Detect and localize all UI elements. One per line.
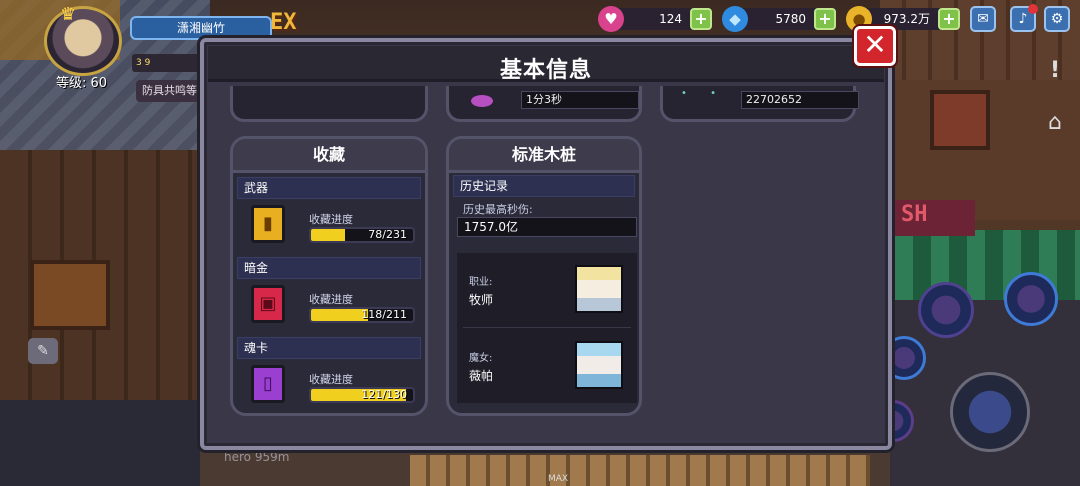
shop-sign: SH: [895, 200, 975, 236]
training-dummy-card: 标准木桩 历史记录 历史最高秒伤: 1757.0亿 职业: 牧师 魔女: 薇帕: [446, 136, 642, 416]
house-right-window: [930, 90, 990, 150]
max-dps-value: 1757.0亿: [457, 217, 637, 237]
sparkle-icon: • •: [681, 88, 726, 99]
weapons-progress-fill: [311, 229, 346, 241]
chat-icon[interactable]: ✎: [28, 338, 58, 364]
add-hearts-button[interactable]: +: [690, 8, 712, 30]
category-soul-cards: 魂卡: [237, 337, 421, 359]
notification-icon[interactable]: ♪: [1010, 4, 1038, 32]
notification-dot: [1028, 4, 1038, 14]
dummy-title: 标准木桩: [449, 139, 639, 173]
dark-gold-progress-text: 118/211: [361, 308, 407, 321]
ground-left: [0, 400, 210, 486]
soul-card-book-icon: ▯: [251, 365, 285, 403]
crown-icon: ♛: [60, 4, 77, 25]
player-name[interactable]: 潇湘幽竹: [130, 16, 272, 40]
collection-title: 收藏: [233, 139, 425, 173]
witch-portrait: [575, 341, 623, 389]
skill-button-2[interactable]: [918, 282, 974, 338]
max-label: MAX: [548, 474, 569, 484]
soul-cards-progress-text: 121/130: [361, 388, 407, 401]
hearts-counter: ♥ 124 +: [598, 6, 712, 32]
alert-icon[interactable]: !: [1044, 58, 1066, 83]
close-button[interactable]: ✕: [854, 26, 896, 66]
collection-card: 收藏 武器 ▮ 收藏进度 78/231 暗金 ▣ 收藏进度 118/211 魂卡…: [230, 136, 428, 416]
priest-portrait: [575, 265, 623, 313]
modal-header: 基本信息: [208, 46, 884, 83]
basic-info-modal: 基本信息 1分3秒 • • 22702652 收藏 武器 ▮ 收藏进度 78/2…: [200, 38, 892, 450]
gem-icon: ◆: [722, 6, 748, 32]
dark-gold-progress-fill: [311, 309, 369, 321]
stats-card-right: • • 22702652: [660, 86, 859, 122]
history-details: 职业: 牧师 魔女: 薇帕: [457, 253, 637, 403]
dark-gold-book-icon: ▣: [251, 285, 285, 323]
soul-cards-progress-bar: 121/130: [309, 387, 415, 403]
weapons-progress-text: 78/231: [368, 228, 407, 241]
fence: [410, 455, 870, 486]
home-icon[interactable]: ⌂: [1040, 110, 1070, 135]
class-label: 职业:: [469, 277, 493, 288]
add-gems-button[interactable]: +: [814, 8, 836, 30]
skill-button-1[interactable]: [1004, 272, 1058, 326]
max-dps-label: 历史最高秒伤:: [463, 203, 533, 216]
time-value: 1分3秒: [521, 91, 639, 109]
witch-row: 魔女: 薇帕: [457, 329, 637, 403]
class-value: 牧师: [469, 293, 494, 307]
modal-title: 基本信息: [499, 58, 592, 83]
dark-gold-progress-label: 收藏进度: [309, 293, 353, 306]
history-header: 历史记录: [453, 175, 635, 197]
weapons-progress-label: 收藏进度: [309, 213, 353, 226]
witch-value: 薇帕: [469, 369, 494, 383]
stats-card-middle: 1分3秒: [446, 86, 642, 122]
gems-value: 5780: [775, 12, 806, 26]
divider: [463, 327, 631, 328]
weapon-book-icon: ▮: [251, 205, 285, 243]
resonance-button[interactable]: 防具共鸣等: [136, 80, 208, 102]
category-weapons: 武器: [237, 177, 421, 199]
ex-badge: EX: [270, 10, 297, 35]
player-level: 等级: 60: [56, 76, 108, 91]
add-coins-button[interactable]: +: [938, 8, 960, 30]
gems-counter: ◆ 5780 +: [722, 6, 836, 32]
hearts-value: 124: [659, 12, 682, 26]
player-stats: 3 9: [132, 54, 202, 72]
house-left-window: [30, 260, 110, 330]
soul-cards-progress-label: 收藏进度: [309, 373, 353, 386]
category-dark-gold: 暗金: [237, 257, 421, 279]
witch-label: 魔女:: [469, 353, 493, 364]
mail-icon[interactable]: ✉: [970, 6, 996, 32]
orb-icon: [471, 95, 493, 107]
dark-gold-progress-bar: 118/211: [309, 307, 415, 323]
player-avatar[interactable]: [44, 6, 122, 76]
class-row: 职业: 牧师: [457, 253, 637, 327]
modal-scroll-area[interactable]: 1分3秒 • • 22702652 收藏 武器 ▮ 收藏进度 78/231 暗金…: [218, 86, 874, 434]
stats-card-left: [230, 86, 428, 122]
score-value: 22702652: [741, 91, 859, 109]
attack-button[interactable]: [950, 372, 1030, 452]
hero-distance-text: hero 959m: [224, 450, 290, 464]
weapons-progress-bar: 78/231: [309, 227, 415, 243]
heart-icon: ♥: [598, 6, 624, 32]
gear-icon[interactable]: ⚙: [1044, 6, 1070, 32]
